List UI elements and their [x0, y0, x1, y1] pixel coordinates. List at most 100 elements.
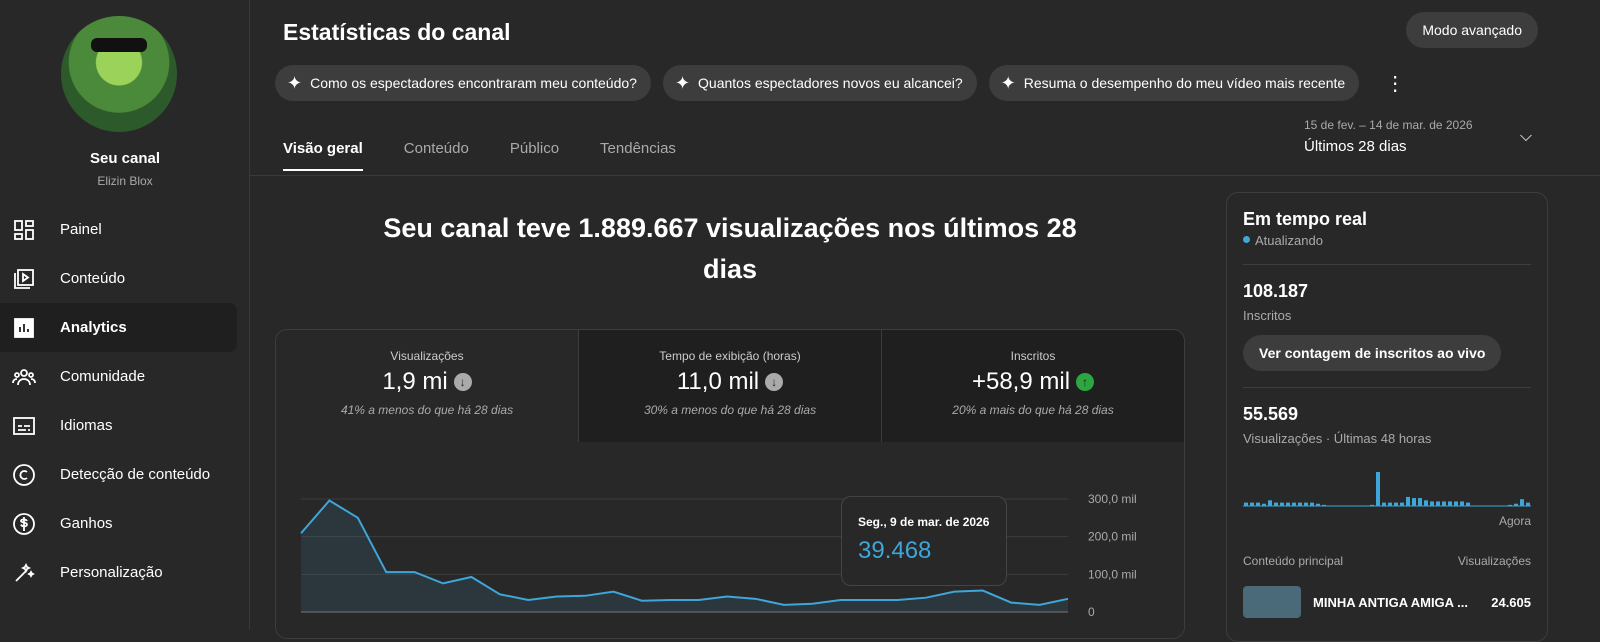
realtime-bar[interactable]	[1370, 504, 1374, 506]
data-point[interactable]	[724, 594, 730, 600]
sidebar-item-label: Idiomas	[60, 417, 113, 434]
data-point[interactable]	[412, 569, 418, 575]
realtime-bar[interactable]	[1514, 503, 1518, 506]
data-point[interactable]	[980, 588, 986, 594]
metric-value: 11,0 mil	[676, 368, 760, 395]
realtime-bar[interactable]	[1310, 502, 1314, 506]
channel-avatar[interactable]	[61, 16, 177, 132]
views-chart[interactable]: 300,0 mil 200,0 mil 100,0 mil 0	[276, 442, 1185, 639]
tab-overview[interactable]: Visão geral	[283, 140, 363, 171]
data-point[interactable]	[1065, 596, 1071, 602]
sidebar-item-copyright[interactable]: Detecção de conteúdo	[0, 450, 237, 499]
data-point[interactable]	[753, 596, 759, 602]
realtime-bar[interactable]	[1460, 501, 1464, 506]
realtime-bar[interactable]	[1316, 503, 1320, 506]
data-point[interactable]	[383, 569, 389, 575]
data-point[interactable]	[667, 597, 673, 603]
chip-new-viewers[interactable]: ✦ Quantos espectadores novos eu alcancei?	[662, 65, 977, 101]
realtime-bar[interactable]	[1436, 501, 1440, 506]
tab-audience[interactable]: Público	[510, 140, 559, 171]
realtime-bar[interactable]	[1406, 496, 1410, 506]
realtime-bar[interactable]	[1400, 502, 1404, 506]
advanced-mode-button[interactable]: Modo avançado	[1406, 12, 1538, 48]
realtime-bar[interactable]	[1256, 502, 1260, 506]
data-point[interactable]	[696, 597, 702, 603]
realtime-bar[interactable]	[1280, 502, 1284, 506]
sidebar-item-video-library[interactable]: Conteúdo	[0, 254, 237, 303]
realtime-bar[interactable]	[1250, 502, 1254, 506]
realtime-bar[interactable]	[1376, 472, 1380, 506]
realtime-bar[interactable]	[1382, 502, 1386, 506]
data-point[interactable]	[1008, 600, 1014, 606]
realtime-bar[interactable]	[1520, 499, 1524, 506]
realtime-bar[interactable]	[1244, 502, 1248, 506]
realtime-bar[interactable]	[1448, 501, 1452, 506]
sidebar-item-community[interactable]: Comunidade	[0, 352, 237, 401]
sidebar-item-magic-wand[interactable]: Personalização	[0, 548, 237, 597]
realtime-bar[interactable]	[1274, 502, 1278, 506]
data-point[interactable]	[497, 591, 503, 597]
chip-discovery[interactable]: ✦ Como os espectadores encontraram meu co…	[275, 65, 651, 101]
data-point[interactable]	[838, 597, 844, 603]
data-point[interactable]	[781, 602, 787, 608]
sidebar-item-label: Painel	[60, 221, 102, 238]
data-point[interactable]	[440, 580, 446, 586]
tab-trends[interactable]: Tendências	[600, 140, 676, 171]
data-point[interactable]	[923, 595, 929, 601]
realtime-bar[interactable]	[1304, 502, 1308, 506]
data-point[interactable]	[809, 601, 815, 607]
video-views: 24.605	[1491, 594, 1531, 610]
metric-subscribers[interactable]: Inscritos +58,9 mil ↑ 20% a mais do que h…	[882, 330, 1184, 442]
realtime-bar[interactable]	[1262, 503, 1266, 506]
realtime-bar[interactable]	[1394, 502, 1398, 506]
metric-views[interactable]: Visualizações 1,9 mi ↓ 41% a menos do que…	[276, 330, 579, 442]
sidebar-item-analytics[interactable]: Analytics	[0, 303, 237, 352]
realtime-bar[interactable]	[1418, 498, 1422, 506]
metric-label: Tempo de exibição (horas)	[659, 349, 801, 363]
sidebar-item-dashboard[interactable]: Painel	[0, 205, 237, 254]
chevron-down-icon[interactable]: ⌵	[1520, 128, 1532, 146]
video-library-icon	[14, 268, 34, 289]
realtime-card: Em tempo real Atualizando 108.187 Inscri…	[1226, 192, 1548, 642]
chip-summary[interactable]: ✦ Resuma o desempenho do meu vídeo mais r…	[988, 65, 1360, 101]
realtime-bar[interactable]	[1298, 502, 1302, 506]
metric-watch-time[interactable]: Tempo de exibição (horas) 11,0 mil ↓ 30% …	[579, 330, 882, 442]
realtime-bar[interactable]	[1286, 502, 1290, 506]
realtime-bar[interactable]	[1508, 504, 1512, 506]
data-point[interactable]	[326, 498, 332, 504]
data-point[interactable]	[639, 598, 645, 604]
data-point[interactable]	[582, 593, 588, 599]
sidebar-item-dollar[interactable]: Ganhos	[0, 499, 237, 548]
live-subscriber-count-button[interactable]: Ver contagem de inscritos ao vivo	[1243, 335, 1502, 371]
data-point[interactable]	[866, 597, 872, 603]
data-point[interactable]	[468, 574, 474, 580]
realtime-bar[interactable]	[1454, 501, 1458, 506]
realtime-bar[interactable]	[1388, 502, 1392, 506]
tab-content[interactable]: Conteúdo	[404, 140, 469, 171]
realtime-bar[interactable]	[1412, 498, 1416, 506]
realtime-bar[interactable]	[1466, 502, 1470, 506]
data-point[interactable]	[355, 515, 361, 521]
realtime-bar[interactable]	[1424, 500, 1428, 506]
data-point[interactable]	[1037, 602, 1043, 608]
date-range-picker[interactable]: 15 de fev. – 14 de mar. de 2026 Últimos …	[1304, 118, 1473, 155]
top-video-row[interactable]: MINHA ANTIGA AMIGA ... 24.605	[1243, 586, 1531, 618]
realtime-bar-chart[interactable]	[1243, 460, 1531, 508]
realtime-bar[interactable]	[1322, 504, 1326, 506]
sidebar-item-subtitles[interactable]: Idiomas	[0, 401, 237, 450]
data-point[interactable]	[951, 589, 957, 595]
realtime-bar[interactable]	[1268, 500, 1272, 506]
realtime-bar[interactable]	[1442, 501, 1446, 506]
more-vert-icon[interactable]: ⋮	[1385, 71, 1405, 96]
realtime-bar[interactable]	[1430, 501, 1434, 506]
data-point[interactable]	[610, 589, 616, 595]
chip-label: Quantos espectadores novos eu alcancei?	[698, 75, 963, 91]
data-point[interactable]	[525, 597, 531, 603]
data-point[interactable]	[895, 597, 901, 603]
data-point[interactable]	[298, 530, 304, 536]
realtime-bar[interactable]	[1292, 502, 1296, 506]
realtime-bar[interactable]	[1526, 502, 1530, 506]
sparkle-icon: ✦	[287, 72, 303, 93]
views-col-label: Visualizações	[1457, 554, 1531, 568]
data-point[interactable]	[554, 594, 560, 600]
